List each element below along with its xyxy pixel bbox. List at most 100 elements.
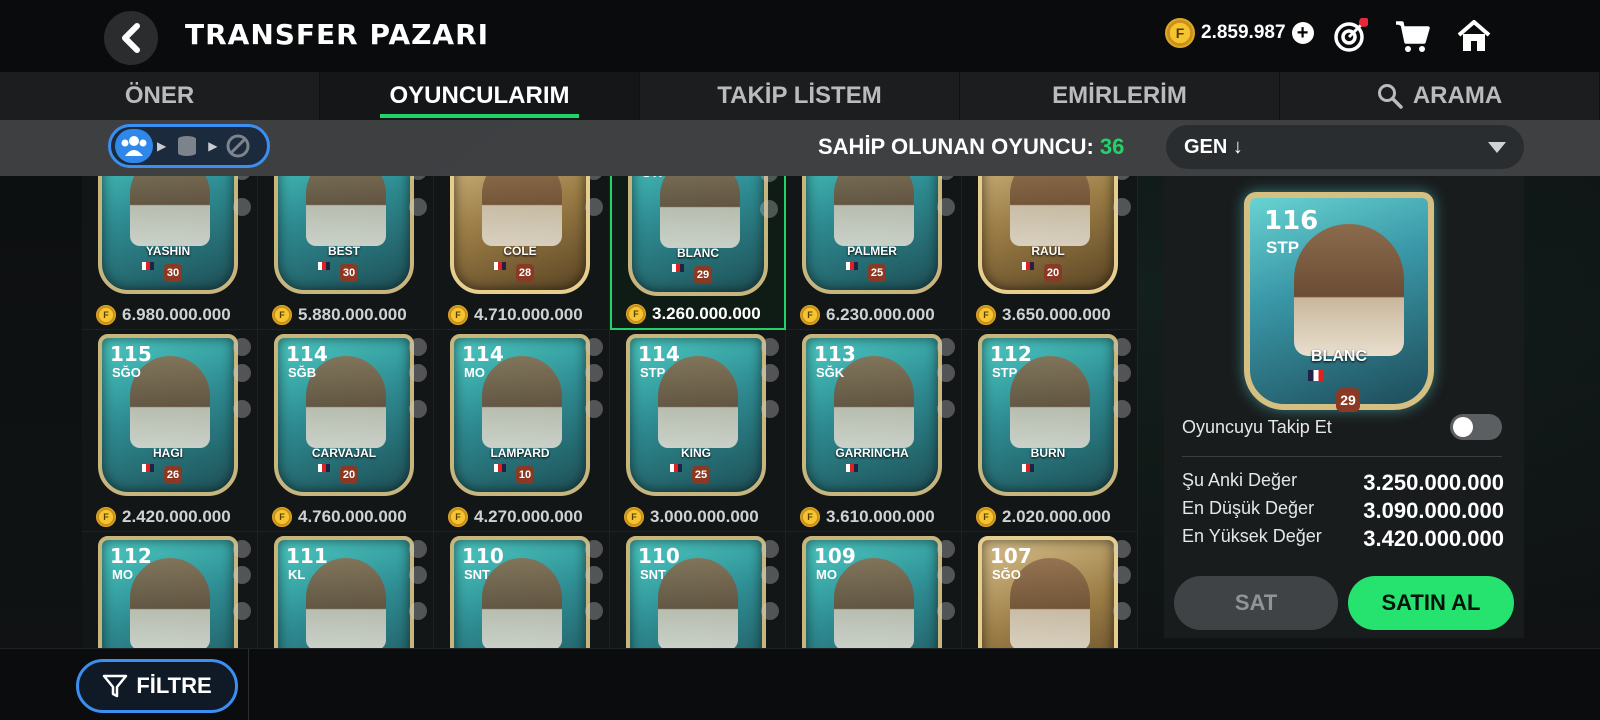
player-level: 30 (164, 264, 182, 282)
shirt-icon (585, 566, 603, 584)
owned-label-text: SAHİP OLUNAN OYUNCU: (818, 134, 1094, 159)
player-grid: KL YASHIN 30 F 6.980.000.000 SLK BEST 30 F 5.880.… (82, 176, 1148, 648)
tab-label: TAKİP LİSTEM (717, 82, 882, 109)
shirt-icon (409, 566, 427, 584)
player-cell[interactable]: 111 KL (258, 532, 434, 648)
player-rating: 115 (110, 342, 152, 366)
player-portrait (834, 356, 914, 448)
player-rating: 112 (990, 342, 1032, 366)
max-value: 3.420.000.000 (1363, 526, 1504, 551)
untradeable-view-button[interactable] (221, 129, 255, 163)
main-tabs: ÖNER OYUNCULARIM TAKİP LİSTEM EMİRLERİM … (0, 72, 1600, 120)
target-icon (1334, 17, 1369, 52)
store-button[interactable] (1394, 18, 1430, 54)
player-level: 25 (868, 264, 886, 282)
no-sale-icon (937, 198, 955, 216)
home-button[interactable] (1456, 18, 1492, 54)
sell-button[interactable]: SAT (1174, 576, 1338, 630)
player-price: F 4.710.000.000 (448, 305, 583, 325)
coin-icon: F (624, 507, 644, 527)
player-position: STP (642, 176, 667, 180)
lock-icon (585, 540, 603, 558)
filter-button[interactable]: FİLTRE (76, 659, 238, 713)
player-cell[interactable]: 107 SĞO (962, 532, 1138, 648)
player-cell[interactable]: 110 SNT (610, 532, 786, 648)
people-icon (121, 136, 147, 156)
player-price: F 3.000.000.000 (624, 507, 759, 527)
lock-icon (937, 338, 955, 356)
objectives-button[interactable] (1332, 17, 1369, 54)
coin-icon: F (448, 305, 468, 325)
max-value-label: En Yüksek Değer (1182, 526, 1322, 546)
coins-view-button[interactable] (170, 129, 204, 163)
min-value-label: En Düşük Değer (1182, 498, 1315, 518)
player-level: 28 (516, 264, 534, 282)
player-card: SLE COLE 28 (450, 176, 590, 294)
player-cell[interactable]: SNT RAÚL 20 F 3.650.000.000 (962, 176, 1138, 330)
follow-toggle[interactable] (1450, 414, 1502, 440)
view-mode-toggle[interactable]: ▶ ▶ (108, 124, 270, 168)
player-position: SĞO (992, 567, 1021, 582)
player-position: SNT (464, 567, 490, 582)
player-position: SLK (288, 176, 314, 178)
player-name: RAÚL (1031, 244, 1065, 258)
player-cell[interactable]: SLE COLE 28 F 4.710.000.000 (434, 176, 610, 330)
player-cell[interactable]: 109 MO (786, 532, 962, 648)
player-card: 112 MO (98, 536, 238, 648)
no-sale-icon (585, 400, 603, 418)
coin-icon: F (976, 305, 996, 325)
tab-label: ÖNER (124, 82, 195, 109)
sort-dropdown[interactable]: GEN ↓ (1166, 125, 1524, 169)
player-cell[interactable]: 114 STP KING 25 F 3.000.000.000 (610, 330, 786, 532)
no-sale-icon (1113, 198, 1131, 216)
player-name: GARRINCHA (835, 446, 909, 460)
player-cell[interactable]: 110 SNT (434, 532, 610, 648)
tab-oyuncularim[interactable]: OYUNCULARIM (320, 72, 640, 120)
player-cell[interactable]: SLK BEST 30 F 5.880.000.000 (258, 176, 434, 330)
tab-arama[interactable]: ARAMA (1280, 72, 1600, 120)
plus-icon[interactable]: + (1291, 22, 1314, 44)
tab-takip-listem[interactable]: TAKİP LİSTEM (640, 72, 960, 120)
player-portrait (660, 176, 740, 248)
back-button[interactable] (104, 11, 158, 65)
player-name: COLE (503, 244, 537, 258)
no-sale-icon (760, 200, 778, 218)
player-cell[interactable]: 116STPBLANC29F3.260.000.000 (610, 176, 786, 330)
tab-oner[interactable]: ÖNER (0, 72, 320, 120)
player-cell[interactable]: 112 STP BURN F 2.020.000.000 (962, 330, 1138, 532)
player-card: SLK BEST 30 (274, 176, 414, 294)
player-card: 114 MO LAMPARD 10 (450, 334, 590, 496)
player-cell[interactable]: MOO PALMER 25 F 6.230.000.000 (786, 176, 962, 330)
lock-icon (937, 540, 955, 558)
players-view-button[interactable] (115, 129, 153, 163)
player-position: SĞK (816, 365, 845, 380)
tab-emirlerim[interactable]: EMİRLERİM (960, 72, 1280, 120)
player-cell[interactable]: 114 SĞB CARVAJAL 20 F 4.760.000.000 (258, 330, 434, 532)
player-portrait (658, 356, 738, 448)
player-cell[interactable]: KL YASHIN 30 F 6.980.000.000 (82, 176, 258, 330)
chevron-down-icon (1488, 141, 1506, 153)
shirt-icon (937, 364, 955, 382)
player-cell[interactable]: 113 SĞK GARRINCHA F 3.610.000.000 (786, 330, 962, 532)
player-position: SĞB (288, 365, 317, 380)
player-cell[interactable]: 114 MO LAMPARD 10 F 4.270.000.000 (434, 330, 610, 532)
buy-button[interactable]: SATIN AL (1348, 576, 1514, 630)
lock-icon (761, 540, 779, 558)
price-value: 3.000.000.000 (650, 507, 759, 526)
search-icon (1377, 84, 1403, 109)
player-position: SNT (640, 567, 666, 582)
player-cell[interactable]: 115 SĞO HAGI 26 F 2.420.000.000 (82, 330, 258, 532)
no-sale-icon (1113, 400, 1131, 418)
player-name: BLANC (1311, 348, 1367, 365)
coin-icon: F (1165, 18, 1195, 48)
coin-balance[interactable]: F 2.859.987 + (1165, 18, 1314, 48)
coin-icon: F (96, 305, 116, 325)
player-price: F 2.020.000.000 (976, 507, 1111, 527)
player-position: KL (112, 176, 129, 178)
player-price: F 3.650.000.000 (976, 305, 1111, 325)
no-sale-icon (761, 602, 779, 620)
player-cell[interactable]: 112 MO (82, 532, 258, 648)
player-price: F 2.420.000.000 (96, 507, 231, 527)
price-value: 2.020.000.000 (1002, 507, 1111, 526)
player-level: 29 (694, 266, 712, 284)
